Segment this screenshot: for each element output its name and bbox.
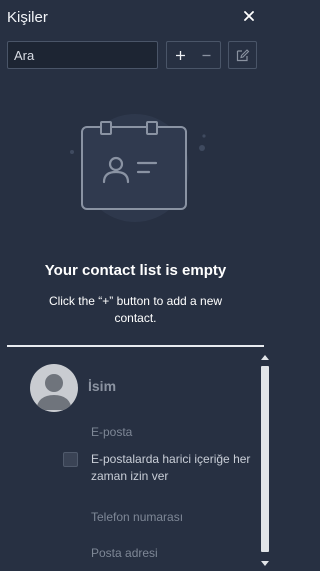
empty-state-title: Your contact list is empty — [44, 262, 227, 279]
edit-icon — [236, 48, 250, 61]
add-remove-group — [166, 41, 221, 69]
allow-external-content-checkbox[interactable] — [63, 452, 78, 467]
user-silhouette-icon — [36, 374, 72, 410]
remove-contact-button[interactable] — [194, 42, 221, 68]
add-contact-button[interactable] — [167, 42, 194, 68]
empty-state-description: Click the “+” button to add a new contac… — [48, 294, 223, 325]
name-field[interactable]: İsim — [88, 378, 116, 394]
scroll-down-arrow-icon[interactable] — [261, 561, 269, 567]
scroll-thumb[interactable] — [261, 366, 269, 552]
form-scrollbar[interactable] — [259, 352, 271, 571]
edit-contact-button[interactable] — [228, 41, 257, 69]
email-field[interactable]: E-posta — [91, 425, 132, 439]
panel-title: Kişiler — [7, 9, 48, 26]
allow-external-content-label[interactable]: E-postalarda harici içeriğe her zaman iz… — [91, 451, 256, 485]
panel-header: Kişiler — [0, 0, 271, 36]
avatar[interactable] — [30, 364, 78, 412]
address-field[interactable]: Posta adresi — [91, 546, 158, 560]
scroll-up-arrow-icon[interactable] — [261, 354, 269, 360]
close-button[interactable] — [241, 8, 257, 24]
toolbar — [0, 40, 271, 70]
contact-form: İsim E-posta E-postalarda harici içeriğe… — [0, 347, 259, 571]
minus-icon — [202, 54, 211, 56]
close-icon — [244, 11, 254, 21]
phone-field[interactable]: Telefon numarası — [91, 510, 183, 524]
contact-card-illustration — [70, 114, 206, 222]
search-input[interactable] — [7, 41, 158, 69]
plus-icon — [175, 50, 185, 60]
